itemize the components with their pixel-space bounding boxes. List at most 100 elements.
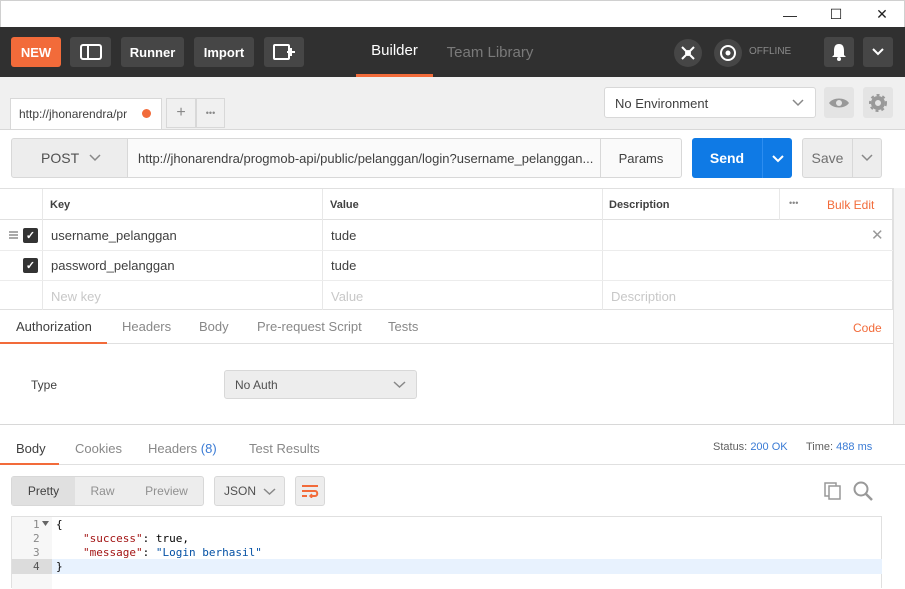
tab-body[interactable]: Body bbox=[199, 319, 229, 334]
sync-status-button[interactable] bbox=[714, 39, 742, 67]
chevron-down-icon bbox=[89, 154, 101, 162]
tab-tests[interactable]: Tests bbox=[388, 319, 418, 334]
code-line-message: "message": "Login berhasil" bbox=[83, 546, 262, 559]
copy-response-button[interactable] bbox=[823, 481, 843, 504]
chevron-down-icon bbox=[872, 48, 884, 56]
wrap-lines-icon bbox=[302, 485, 319, 498]
tab-options-button[interactable]: ••• bbox=[196, 98, 225, 128]
search-response-button[interactable] bbox=[852, 480, 874, 505]
column-divider bbox=[779, 189, 780, 220]
response-tab-headers-label: Headers bbox=[148, 441, 198, 456]
environment-select[interactable]: No Environment bbox=[604, 87, 816, 118]
params-table bbox=[0, 188, 893, 310]
tab-authorization[interactable]: Authorization bbox=[0, 311, 107, 344]
tab-authorization-label: Authorization bbox=[16, 319, 92, 334]
app-header: NEW Runner Import Builder Team Library O… bbox=[0, 27, 905, 77]
active-line-highlight bbox=[52, 559, 882, 574]
maximize-button[interactable]: ☐ bbox=[813, 1, 859, 28]
tabs-divider bbox=[0, 343, 893, 344]
json-value: "Login berhasil" bbox=[155, 546, 262, 559]
request-pane-scrollbar[interactable] bbox=[893, 188, 905, 424]
new-value-input[interactable]: Value bbox=[331, 289, 363, 304]
param-key[interactable]: password_pelanggan bbox=[51, 258, 175, 273]
chevron-down-icon bbox=[263, 488, 276, 496]
view-pretty-button[interactable]: Pretty bbox=[12, 477, 75, 505]
new-window-button[interactable] bbox=[264, 37, 304, 67]
code-link[interactable]: Code bbox=[853, 321, 882, 335]
new-description-input[interactable]: Description bbox=[611, 289, 676, 304]
auth-type-label: Type bbox=[31, 378, 58, 392]
gear-icon bbox=[869, 93, 887, 112]
code-text: { bbox=[56, 518, 63, 531]
tab-headers[interactable]: Headers bbox=[122, 319, 171, 334]
json-value: true bbox=[155, 532, 183, 545]
response-tab-body-label: Body bbox=[16, 441, 46, 456]
delete-param-icon[interactable]: ✕ bbox=[871, 226, 884, 244]
request-tab-strip: http://jhonarendra/pr + ••• No Environme… bbox=[0, 77, 905, 129]
description-column-header: Description bbox=[609, 199, 670, 211]
line-number: 3 bbox=[33, 546, 40, 559]
time-value: 488 ms bbox=[836, 441, 873, 453]
chevron-down-icon bbox=[393, 381, 406, 389]
json-sep: : bbox=[142, 532, 156, 545]
format-select[interactable]: JSON bbox=[214, 476, 285, 506]
auth-type-select[interactable]: No Auth bbox=[224, 370, 417, 399]
new-key-input[interactable]: New key bbox=[51, 289, 101, 304]
tab-pre-request-script[interactable]: Pre-request Script bbox=[257, 319, 362, 334]
response-tab-headers[interactable]: Headers (8) bbox=[148, 441, 217, 456]
save-options-button[interactable] bbox=[852, 138, 882, 178]
response-status: Status: 200 OK bbox=[713, 441, 788, 453]
param-value[interactable]: tude bbox=[331, 228, 356, 243]
response-tab-body[interactable]: Body bbox=[0, 432, 59, 465]
bell-icon bbox=[832, 44, 846, 61]
response-tab-cookies[interactable]: Cookies bbox=[75, 441, 122, 456]
params-button[interactable]: Params bbox=[600, 138, 682, 178]
sync-icon bbox=[720, 45, 736, 61]
tab-team-library[interactable]: Team Library bbox=[440, 27, 540, 77]
notifications-button[interactable] bbox=[824, 37, 854, 67]
minimize-button[interactable]: — bbox=[767, 1, 813, 28]
save-button[interactable]: Save bbox=[802, 138, 853, 178]
import-button[interactable]: Import bbox=[194, 37, 254, 67]
unsaved-dot-icon bbox=[142, 109, 151, 118]
param-enabled-checkbox[interactable]: ✓ bbox=[23, 228, 38, 243]
environment-quick-look-button[interactable] bbox=[824, 87, 854, 118]
close-window-button[interactable]: ✕ bbox=[859, 1, 905, 28]
response-tab-test-results[interactable]: Test Results bbox=[249, 441, 320, 456]
fold-arrow-icon[interactable] bbox=[42, 521, 49, 527]
toggle-sidebar-button[interactable] bbox=[70, 37, 111, 67]
request-tab[interactable]: http://jhonarendra/pr bbox=[10, 98, 162, 129]
view-raw-button[interactable]: Raw bbox=[75, 477, 130, 505]
line-number: 4 bbox=[33, 560, 40, 573]
method-value: POST bbox=[41, 150, 80, 166]
value-column-header: Value bbox=[330, 199, 359, 211]
new-button[interactable]: NEW bbox=[11, 37, 61, 67]
url-input[interactable]: http://jhonarendra/progmob-api/public/pe… bbox=[127, 138, 601, 178]
interceptor-button[interactable] bbox=[674, 39, 702, 67]
column-options-button[interactable]: ••• bbox=[789, 198, 798, 208]
row-divider bbox=[0, 250, 893, 251]
bulk-edit-link[interactable]: Bulk Edit bbox=[827, 198, 874, 212]
manage-environments-button[interactable] bbox=[863, 87, 893, 118]
method-select[interactable]: POST bbox=[11, 138, 128, 178]
chevron-down-icon bbox=[771, 154, 784, 162]
line-gutter bbox=[12, 517, 52, 589]
status-value: 200 OK bbox=[750, 441, 788, 453]
runner-button[interactable]: Runner bbox=[121, 37, 184, 67]
request-tab-title: http://jhonarendra/pr bbox=[19, 107, 128, 121]
send-button[interactable]: Send bbox=[692, 138, 762, 178]
key-column-header: Key bbox=[50, 199, 71, 211]
param-key[interactable]: username_pelanggan bbox=[51, 228, 177, 243]
param-value[interactable]: tude bbox=[331, 258, 356, 273]
param-enabled-checkbox[interactable]: ✓ bbox=[23, 258, 38, 273]
view-mode-control: Pretty Raw Preview bbox=[11, 476, 204, 506]
view-preview-button[interactable]: Preview bbox=[130, 477, 203, 505]
user-menu-button[interactable] bbox=[863, 37, 893, 67]
new-window-icon bbox=[273, 44, 295, 60]
response-tabs-divider bbox=[0, 464, 905, 465]
tab-builder[interactable]: Builder bbox=[356, 27, 433, 77]
chevron-down-icon bbox=[792, 99, 804, 107]
add-tab-button[interactable]: + bbox=[166, 98, 196, 128]
send-options-button[interactable] bbox=[762, 138, 792, 178]
wrap-lines-button[interactable] bbox=[295, 476, 325, 506]
